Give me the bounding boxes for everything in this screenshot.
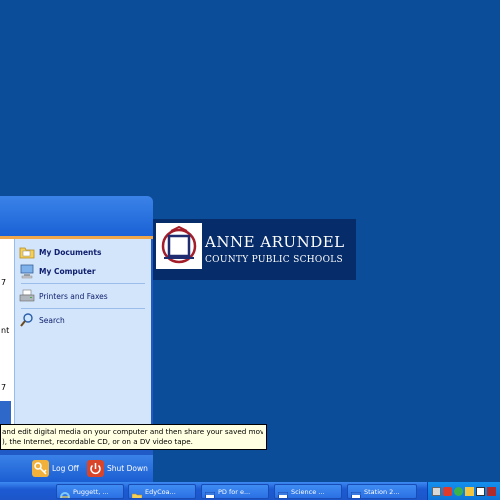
taskbar-button-label: PD for e... xyxy=(218,487,251,496)
taskbar-button-label: Science ... xyxy=(291,487,325,496)
taskbar-button[interactable]: EdyCoa... xyxy=(128,484,196,499)
logo-title: ANNE ARUNDEL xyxy=(205,233,345,251)
menu-item-my-documents[interactable]: My Documents xyxy=(19,243,101,261)
taskbar-button-label: Station 2... xyxy=(364,487,400,496)
school-emblem-icon xyxy=(156,223,202,269)
volume-icon[interactable] xyxy=(476,486,485,496)
menu-item-printers-and-faxes[interactable]: Printers and Faxes xyxy=(19,287,108,305)
window-icon xyxy=(205,487,215,498)
antivirus-icon[interactable] xyxy=(487,486,496,496)
folder-documents-icon xyxy=(19,244,35,260)
left-pane-fragment: nt xyxy=(1,326,10,335)
start-menu-right-pane: My Documents My Computer Printers and Fa… xyxy=(14,239,151,445)
left-pane-fragment: 7 xyxy=(1,383,7,392)
left-pane-selected-item[interactable] xyxy=(0,401,11,425)
menu-item-my-computer[interactable]: My Computer xyxy=(19,262,96,280)
updates-icon[interactable] xyxy=(465,486,474,496)
network-icon[interactable] xyxy=(432,486,441,496)
taskbar: Puggett, ... EdyCoa... PD for e... Scien… xyxy=(0,482,500,500)
menu-item-label: Search xyxy=(39,315,65,325)
menu-item-label: My Documents xyxy=(39,247,102,257)
start-menu-footer: Log Off Shut Down xyxy=(0,455,153,482)
taskbar-button-label: EdyCoa... xyxy=(145,487,176,496)
tooltip-line: ), the Internet, recordable CD, or on a … xyxy=(2,437,193,446)
menu-item-search[interactable]: Search xyxy=(19,311,65,329)
log-off-button[interactable]: Log Off xyxy=(32,458,79,478)
folder-icon xyxy=(131,487,143,498)
menu-separator xyxy=(21,308,145,309)
log-off-label: Log Off xyxy=(52,463,79,473)
taskbar-button[interactable]: Puggett, ... xyxy=(56,484,124,499)
wallpaper-logo: ANNE ARUNDEL COUNTY PUBLIC SCHOOLS xyxy=(152,219,356,280)
taskbar-button[interactable]: PD for e... xyxy=(201,484,269,499)
taskbar-button[interactable]: Science ... xyxy=(274,484,342,499)
ie-icon xyxy=(60,487,70,498)
security-alert-icon[interactable] xyxy=(443,486,452,496)
key-icon xyxy=(32,459,49,477)
status-icon[interactable] xyxy=(454,486,463,496)
shut-down-button[interactable]: Shut Down xyxy=(87,458,148,478)
taskbar-button[interactable]: Station 2... xyxy=(347,484,417,499)
menu-separator xyxy=(21,283,145,284)
left-pane-fragment: 7 xyxy=(1,278,7,287)
window-icon xyxy=(351,487,361,498)
taskbar-button-label: Puggett, ... xyxy=(73,487,109,496)
tooltip: and edit digital media on your computer … xyxy=(0,424,267,450)
system-tray xyxy=(427,482,500,500)
shut-down-label: Shut Down xyxy=(107,463,148,473)
power-icon xyxy=(87,459,104,477)
computer-icon xyxy=(19,263,35,279)
start-menu-header xyxy=(0,196,153,236)
logo-subtitle: COUNTY PUBLIC SCHOOLS xyxy=(205,255,344,265)
window-icon xyxy=(278,487,288,498)
printer-icon xyxy=(19,288,35,304)
search-icon xyxy=(19,312,35,328)
menu-item-label: My Computer xyxy=(39,266,96,276)
tooltip-line: and edit digital media on your computer … xyxy=(2,427,263,436)
menu-item-label: Printers and Faxes xyxy=(39,291,108,301)
